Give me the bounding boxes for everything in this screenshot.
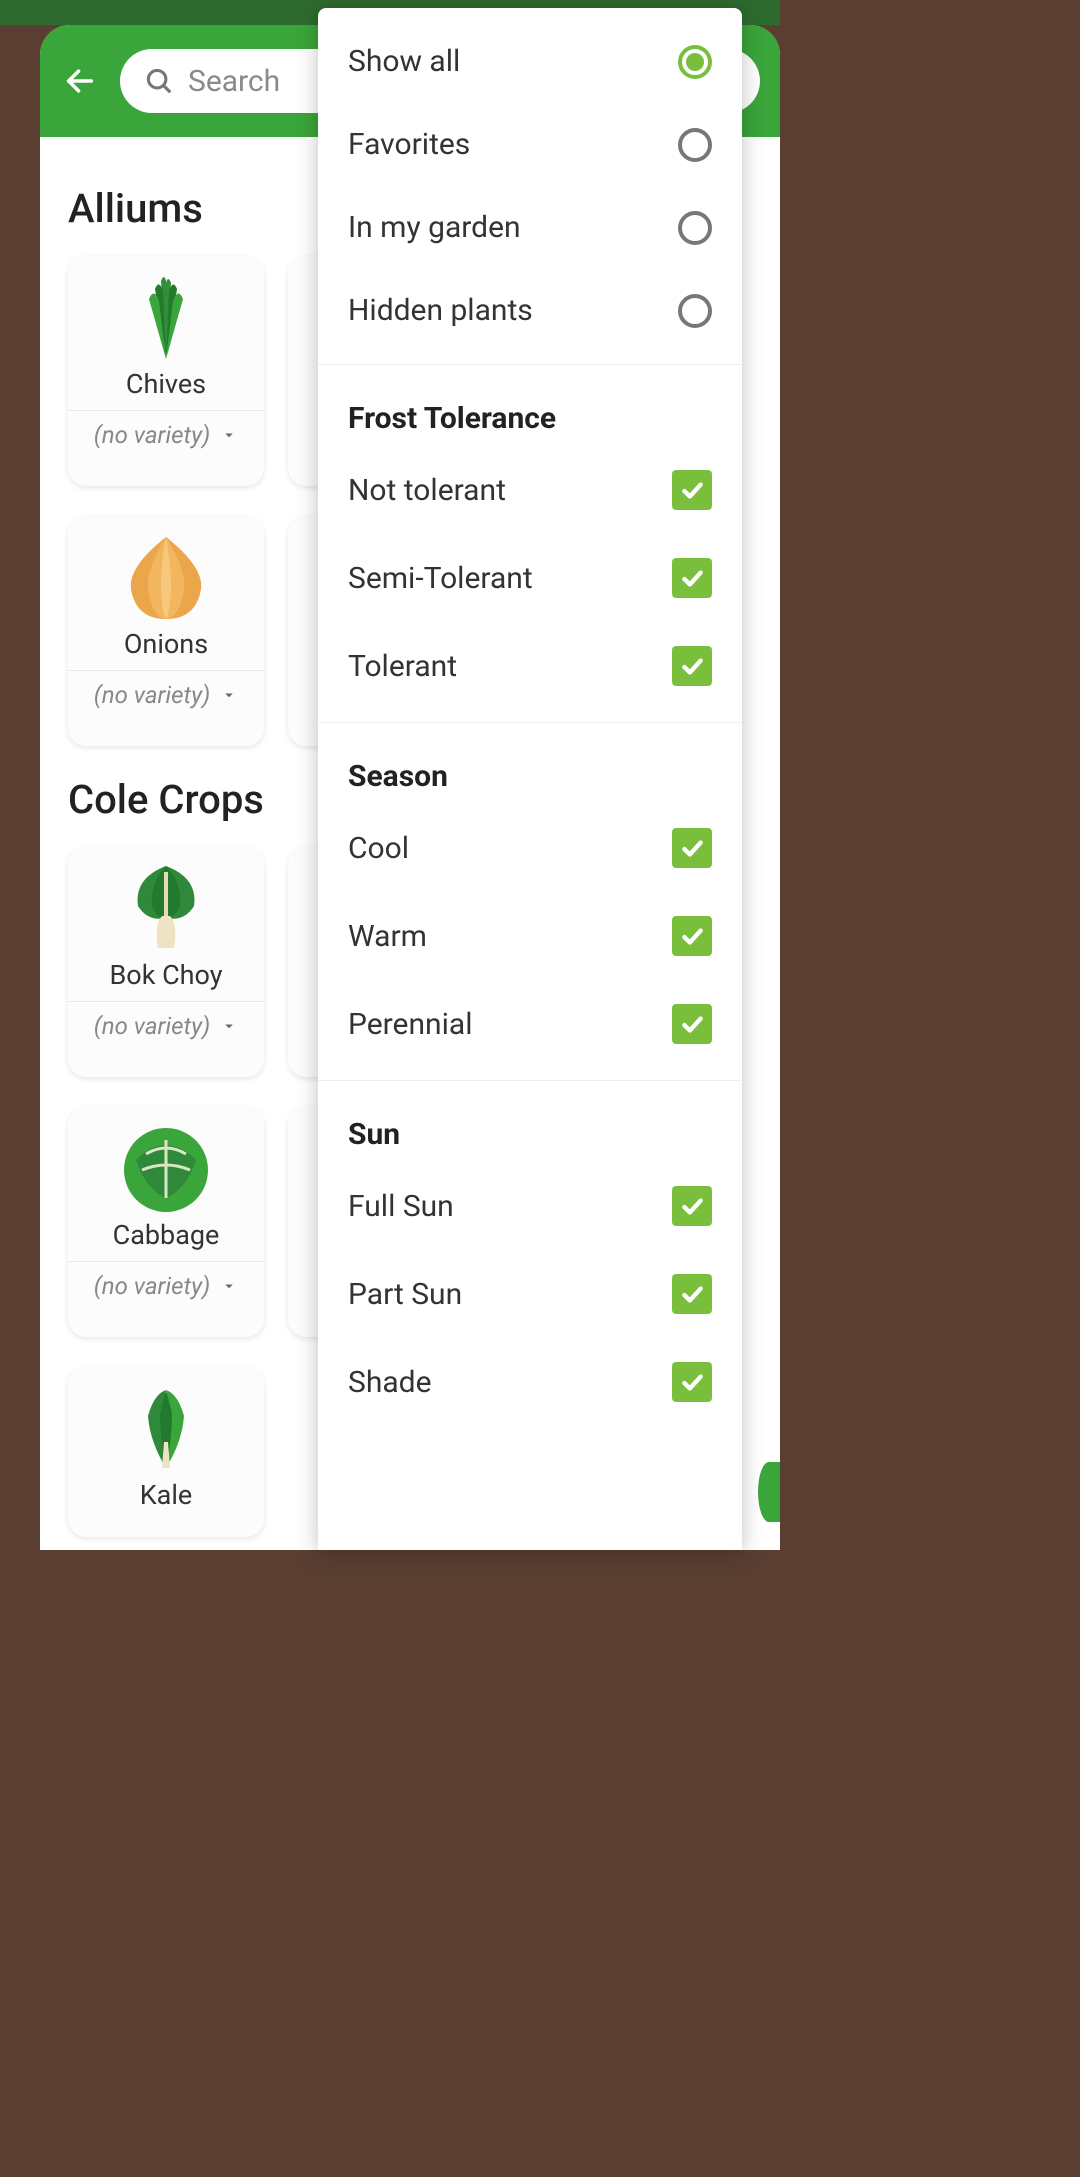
checkbox-checked-icon	[672, 828, 712, 868]
fab-button[interactable]	[758, 1462, 780, 1522]
plant-card-bokchoy[interactable]: Bok Choy (no variety)	[68, 847, 264, 1077]
plant-name: Chives	[126, 364, 206, 410]
plant-card-chives[interactable]: Chives (no variety)	[68, 256, 264, 486]
filter-check-warm[interactable]: Warm	[318, 892, 742, 980]
filter-menu: Show all Favorites In my garden Hidden p…	[318, 8, 742, 1550]
radio-selected-icon	[678, 45, 712, 79]
filter-radio-in-my-garden[interactable]: In my garden	[318, 186, 742, 269]
plant-icon-bokchoy	[124, 847, 208, 955]
filter-check-perennial[interactable]: Perennial	[318, 980, 742, 1068]
plant-name: Kale	[140, 1475, 193, 1521]
checkbox-checked-icon	[672, 1362, 712, 1402]
filter-check-full-sun[interactable]: Full Sun	[318, 1162, 742, 1250]
variety-select[interactable]: (no variety)	[68, 1261, 264, 1314]
filter-heading: Season	[318, 735, 742, 804]
search-icon	[144, 66, 174, 96]
plant-name: Onions	[124, 624, 208, 670]
arrow-left-icon	[63, 64, 97, 98]
filter-radio-show-all[interactable]: Show all	[318, 20, 742, 103]
checkbox-checked-icon	[672, 1004, 712, 1044]
filter-check-tolerant[interactable]: Tolerant	[318, 622, 742, 710]
checkbox-checked-icon	[672, 1274, 712, 1314]
filter-check-part-sun[interactable]: Part Sun	[318, 1250, 742, 1338]
checkbox-checked-icon	[672, 1186, 712, 1226]
filter-group-sun: Sun Full Sun Part Sun Shade	[318, 1081, 742, 1438]
plant-icon-onion	[116, 516, 216, 624]
radio-icon	[678, 128, 712, 162]
plant-name: Bok Choy	[109, 955, 222, 1001]
filter-check-shade[interactable]: Shade	[318, 1338, 742, 1426]
checkbox-checked-icon	[672, 646, 712, 686]
filter-heading: Frost Tolerance	[318, 377, 742, 446]
checkbox-checked-icon	[672, 558, 712, 598]
filter-radio-hidden-plants[interactable]: Hidden plants	[318, 269, 742, 352]
filter-group-frost: Frost Tolerance Not tolerant Semi-Tolera…	[318, 365, 742, 723]
variety-select[interactable]: (no variety)	[68, 670, 264, 723]
plant-card-onions[interactable]: Onions (no variety)	[68, 516, 264, 746]
radio-icon	[678, 211, 712, 245]
plant-name: Cabbage	[113, 1215, 220, 1261]
checkbox-checked-icon	[672, 470, 712, 510]
caret-down-icon	[220, 1277, 238, 1295]
variety-select[interactable]: (no variety)	[68, 1001, 264, 1054]
plant-icon-kale	[126, 1367, 206, 1475]
filter-check-cool[interactable]: Cool	[318, 804, 742, 892]
filter-mode-group: Show all Favorites In my garden Hidden p…	[318, 8, 742, 365]
filter-group-season: Season Cool Warm Perennial	[318, 723, 742, 1081]
plant-card-kale[interactable]: Kale	[68, 1367, 264, 1537]
checkbox-checked-icon	[672, 916, 712, 956]
caret-down-icon	[220, 1017, 238, 1035]
plant-card-cabbage[interactable]: Cabbage (no variety)	[68, 1107, 264, 1337]
plant-icon-chives	[131, 256, 201, 364]
radio-icon	[678, 294, 712, 328]
search-placeholder: Search	[188, 64, 280, 99]
filter-check-not-tolerant[interactable]: Not tolerant	[318, 446, 742, 534]
filter-check-semi-tolerant[interactable]: Semi-Tolerant	[318, 534, 742, 622]
back-button[interactable]	[60, 61, 100, 101]
filter-radio-favorites[interactable]: Favorites	[318, 103, 742, 186]
caret-down-icon	[220, 686, 238, 704]
caret-down-icon	[220, 426, 238, 444]
variety-select[interactable]: (no variety)	[68, 410, 264, 463]
plant-icon-cabbage	[116, 1107, 216, 1215]
filter-heading: Sun	[318, 1093, 742, 1162]
